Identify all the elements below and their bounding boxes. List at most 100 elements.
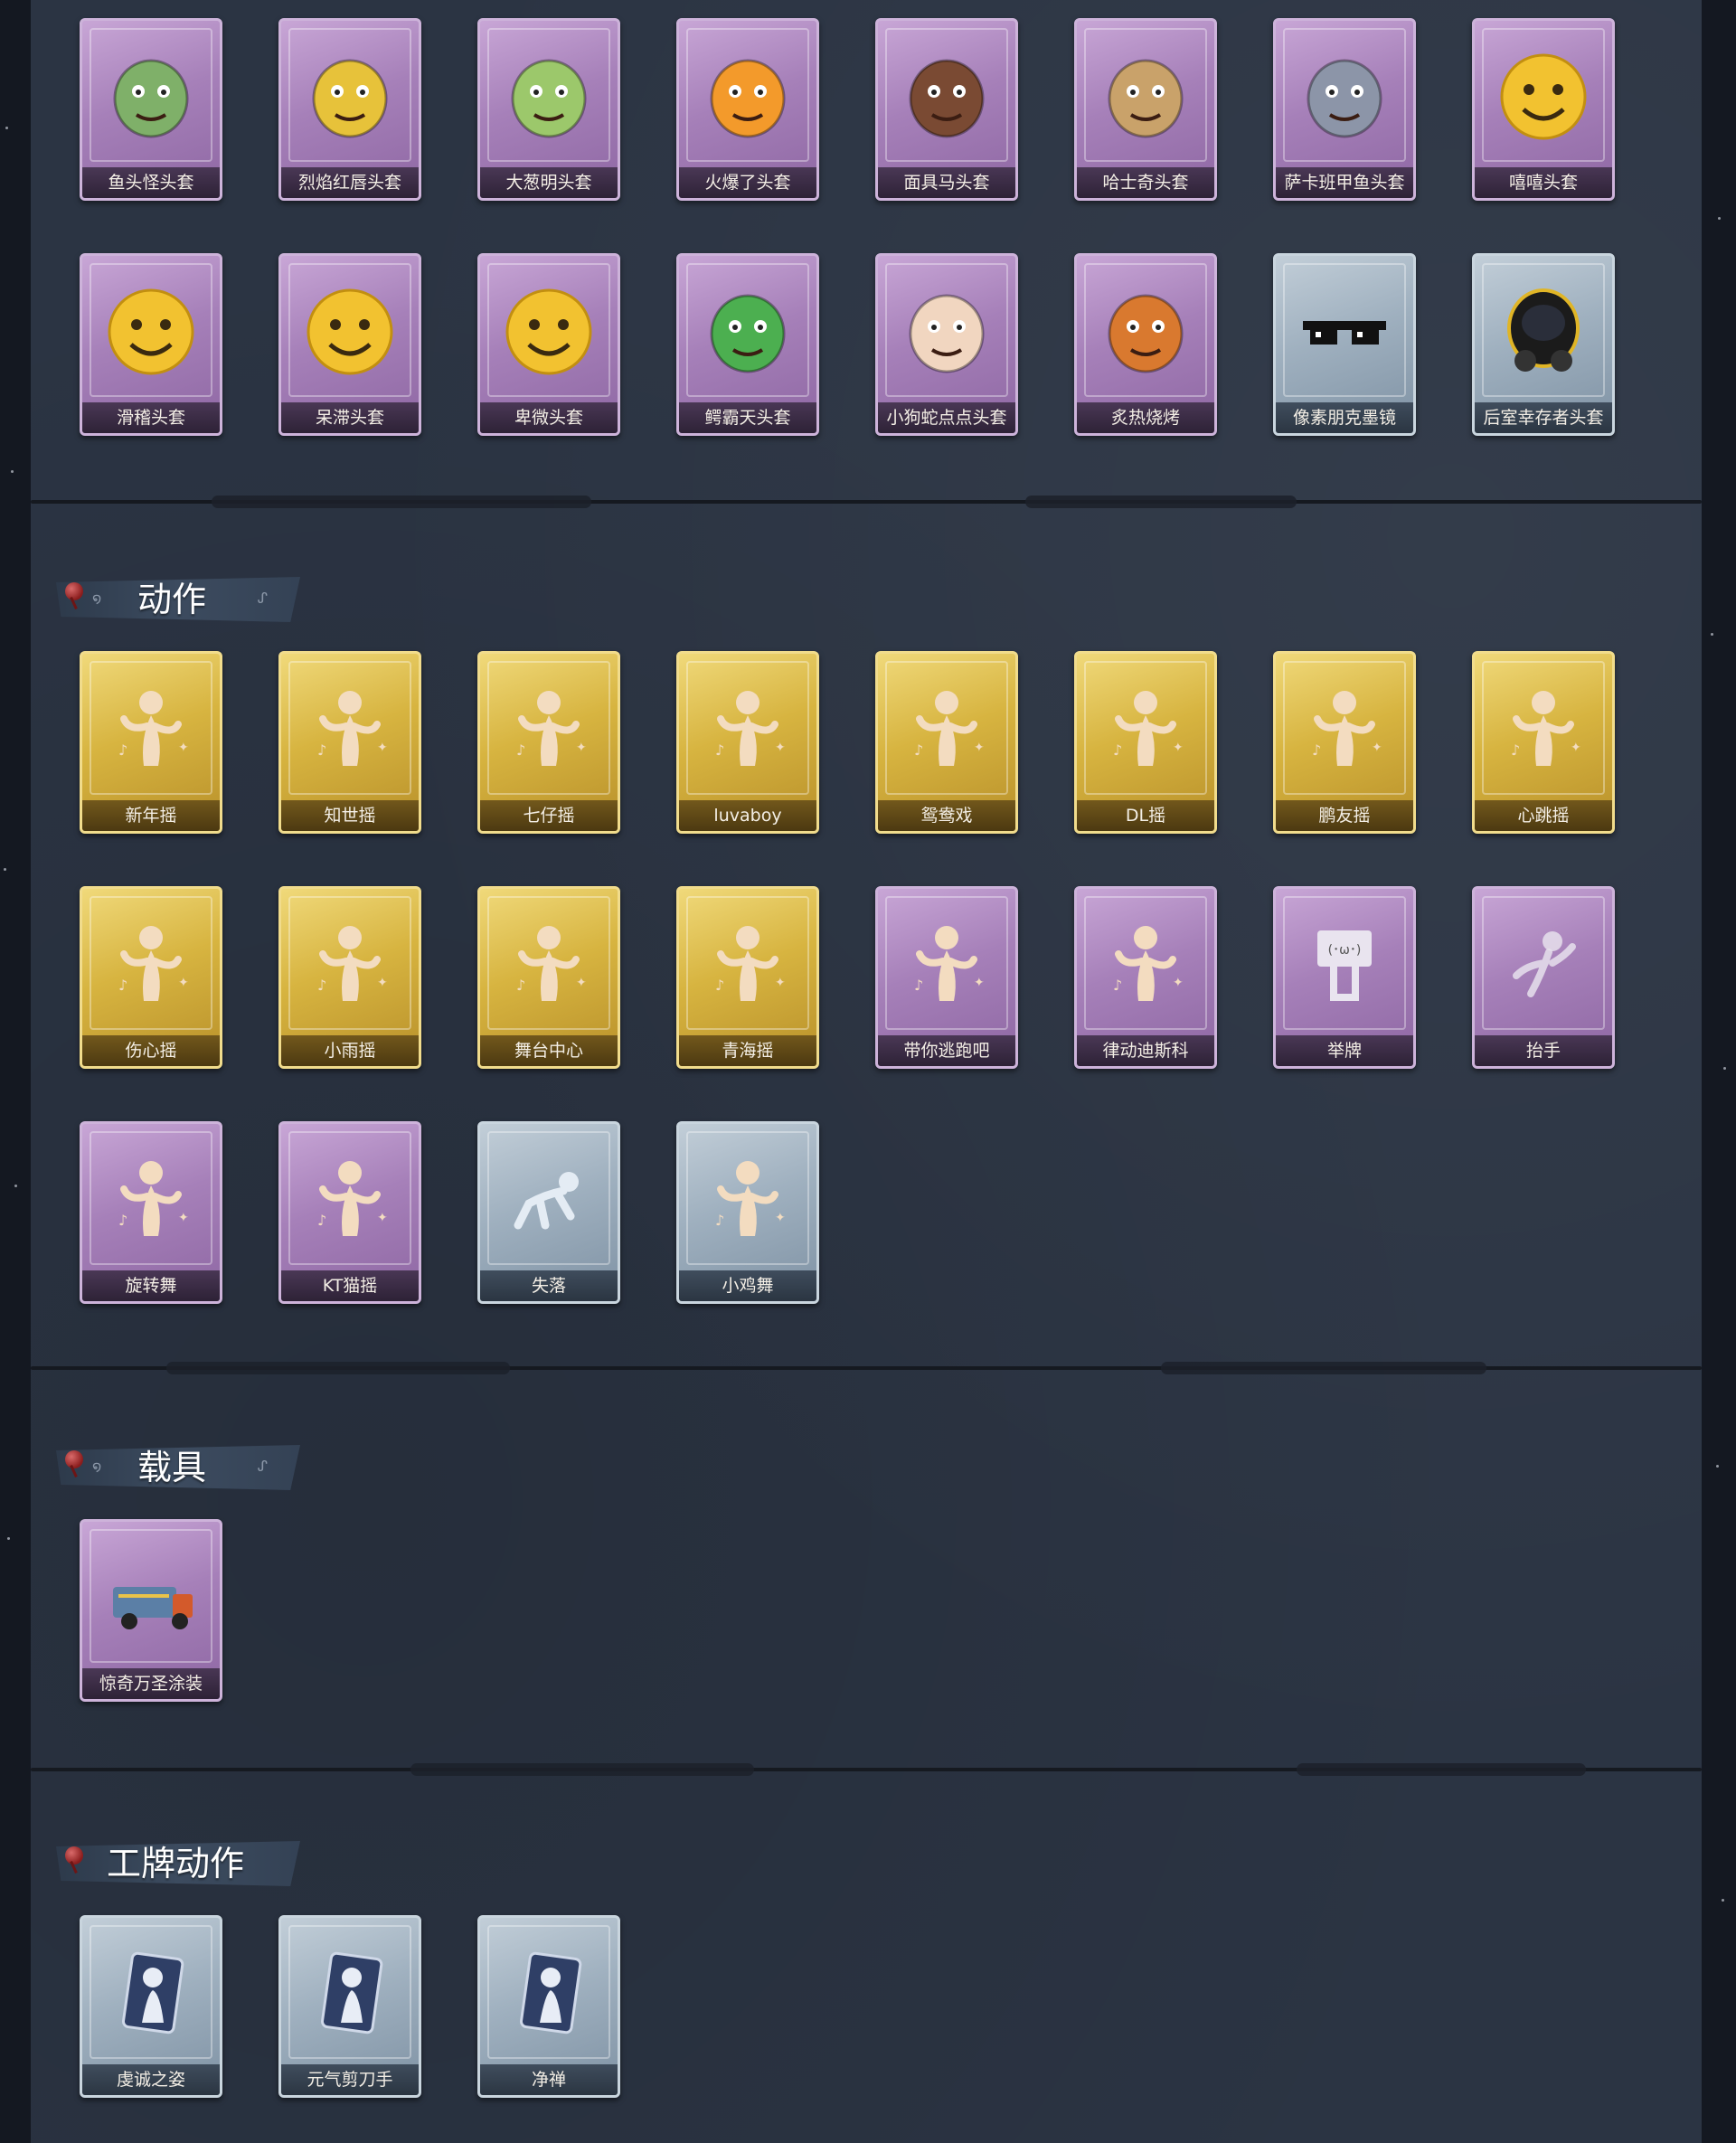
- actions-card[interactable]: ♪ ✦ 七仔摇: [477, 651, 620, 834]
- actions-card[interactable]: ♪ ✦ 带你逃跑吧: [875, 886, 1018, 1069]
- dance-figure-icon: ♪ ✦: [82, 911, 220, 1019]
- vehicles-card[interactable]: 惊奇万圣涂装: [80, 1519, 222, 1702]
- actions-card[interactable]: ♪ ✦ 旋转舞: [80, 1121, 222, 1304]
- bbq-mask-icon: [1077, 278, 1214, 386]
- yellow-mask-icon: [281, 42, 419, 151]
- svg-text:♪: ♪: [118, 1212, 127, 1229]
- raise-hand-figure-icon: [1475, 911, 1612, 1019]
- curl-icon: ᔑ: [257, 1458, 268, 1475]
- headgear-card[interactable]: 大葱明头套: [477, 18, 620, 201]
- actions-card[interactable]: ♪ ✦ 青海摇: [676, 886, 819, 1069]
- card-label: DL摇: [1077, 800, 1214, 831]
- card-label: 大葱明头套: [480, 167, 618, 198]
- headgear-card[interactable]: 哈士奇头套: [1074, 18, 1217, 201]
- svg-text:✦: ✦: [775, 976, 786, 990]
- actions-card[interactable]: 抬手: [1472, 886, 1615, 1069]
- card-label: 净禅: [480, 2064, 618, 2095]
- actions-card[interactable]: ♪ ✦ KT猫摇: [278, 1121, 421, 1304]
- card-label: 律动迪斯科: [1077, 1035, 1214, 1066]
- dance-figure-icon: ♪ ✦: [281, 1146, 419, 1254]
- card-label: 火爆了头套: [679, 167, 816, 198]
- actions-card[interactable]: ♪ ✦ 鹏友摇: [1273, 651, 1416, 834]
- actions-card[interactable]: 失落: [477, 1121, 620, 1304]
- headgear-card[interactable]: 萨卡班甲鱼头套: [1273, 18, 1416, 201]
- badge-figure-icon: [281, 1940, 419, 2048]
- headgear-card[interactable]: 像素朋克墨镜: [1273, 253, 1416, 436]
- actions-card[interactable]: ♪ ✦ DL摇: [1074, 651, 1217, 834]
- card-label: 新年摇: [82, 800, 220, 831]
- dance-figure-icon: ♪ ✦: [679, 675, 816, 784]
- headgear-card[interactable]: 滑稽头套: [80, 253, 222, 436]
- badge-figure-icon: [82, 1940, 220, 2048]
- actions-card[interactable]: ♪ ✦ 小雨摇: [278, 886, 421, 1069]
- headgear-card[interactable]: 面具马头套: [875, 18, 1018, 201]
- svg-text:✦: ✦: [1372, 741, 1382, 755]
- actions-card[interactable]: (･ω･) 举牌: [1273, 886, 1416, 1069]
- card-label: 小鸡舞: [679, 1270, 816, 1301]
- card-label: 失落: [480, 1270, 618, 1301]
- actions-card[interactable]: ♪ ✦ 舞台中心: [477, 886, 620, 1069]
- dance-figure-icon: ♪ ✦: [1077, 675, 1214, 784]
- dance-figure-icon: ♪ ✦: [480, 911, 618, 1019]
- actions-card[interactable]: ♪ ✦ luvaboy: [676, 651, 819, 834]
- sign-figure-icon: (･ω･): [1276, 911, 1413, 1019]
- card-label: 鳄霸天头套: [679, 402, 816, 433]
- smile-emoji-icon: [82, 278, 220, 386]
- svg-text:♪: ♪: [715, 977, 724, 994]
- actions-card[interactable]: ♪ ✦ 小鸡舞: [676, 1121, 819, 1304]
- svg-text:♪: ♪: [118, 977, 127, 994]
- actions-card[interactable]: ♪ ✦ 律动迪斯科: [1074, 886, 1217, 1069]
- dog-mask-icon: [1077, 42, 1214, 151]
- badge-actions-card[interactable]: 元气剪刀手: [278, 1915, 421, 2098]
- horse-mask-icon: [878, 42, 1015, 151]
- headgear-card[interactable]: 小狗蛇点点头套: [875, 253, 1018, 436]
- actions-card[interactable]: ♪ ✦ 心跳摇: [1472, 651, 1615, 834]
- card-label: 举牌: [1276, 1035, 1413, 1066]
- section-header-vehicle: ໑ 载具 ᔑ: [56, 1445, 300, 1490]
- headgear-card[interactable]: 后室幸存者头套: [1472, 253, 1615, 436]
- actions-card[interactable]: ♪ ✦ 鸳鸯戏: [875, 651, 1018, 834]
- card-label: 元气剪刀手: [281, 2064, 419, 2095]
- badge-actions-card[interactable]: 净禅: [477, 1915, 620, 2098]
- headgear-card[interactable]: 鳄霸天头套: [676, 253, 819, 436]
- pin-icon: [65, 1846, 83, 1865]
- svg-text:♪: ♪: [118, 741, 127, 759]
- actions-card[interactable]: ♪ ✦ 新年摇: [80, 651, 222, 834]
- headgear-card[interactable]: 烈焰红唇头套: [278, 18, 421, 201]
- headgear-card[interactable]: 火爆了头套: [676, 18, 819, 201]
- pixel-glasses-icon: [1276, 278, 1413, 386]
- svg-text:♪: ♪: [715, 741, 724, 759]
- dance-figure-icon: ♪ ✦: [878, 911, 1015, 1019]
- card-label: 知世摇: [281, 800, 419, 831]
- svg-text:♪: ♪: [715, 1212, 724, 1229]
- svg-text:♪: ♪: [317, 977, 326, 994]
- dance-figure-icon: ♪ ✦: [679, 1146, 816, 1254]
- actions-card[interactable]: ♪ ✦ 知世摇: [278, 651, 421, 834]
- headgear-card[interactable]: 炙热烧烤: [1074, 253, 1217, 436]
- headgear-card[interactable]: 嘻嘻头套: [1472, 18, 1615, 201]
- headgear-card[interactable]: 卑微头套: [477, 253, 620, 436]
- card-label: KT猫摇: [281, 1270, 419, 1301]
- svg-text:✦: ✦: [377, 741, 388, 755]
- svg-text:♪: ♪: [1113, 741, 1122, 759]
- left-border: [0, 0, 31, 2143]
- card-label: 小狗蛇点点头套: [878, 402, 1015, 433]
- svg-text:✦: ✦: [1571, 741, 1581, 755]
- headgear-card[interactable]: 鱼头怪头套: [80, 18, 222, 201]
- section-divider: [31, 496, 1702, 508]
- dance-figure-icon: ♪ ✦: [82, 1146, 220, 1254]
- dance-figure-icon: ♪ ✦: [878, 675, 1015, 784]
- card-label: luvaboy: [679, 800, 816, 831]
- actions-card[interactable]: ♪ ✦ 伤心摇: [80, 886, 222, 1069]
- card-label: 带你逃跑吧: [878, 1035, 1015, 1066]
- svg-text:♪: ♪: [1511, 741, 1520, 759]
- headgear-card[interactable]: 呆滞头套: [278, 253, 421, 436]
- card-label: 嘻嘻头套: [1475, 167, 1612, 198]
- curl-icon: ໑: [92, 1458, 102, 1475]
- flame-mask-icon: [679, 42, 816, 151]
- badge-actions-card[interactable]: 虔诚之姿: [80, 1915, 222, 2098]
- svg-text:♪: ♪: [516, 977, 525, 994]
- svg-text:✦: ✦: [775, 1211, 786, 1225]
- dance-figure-icon: ♪ ✦: [1276, 675, 1413, 784]
- card-label: 鹏友摇: [1276, 800, 1413, 831]
